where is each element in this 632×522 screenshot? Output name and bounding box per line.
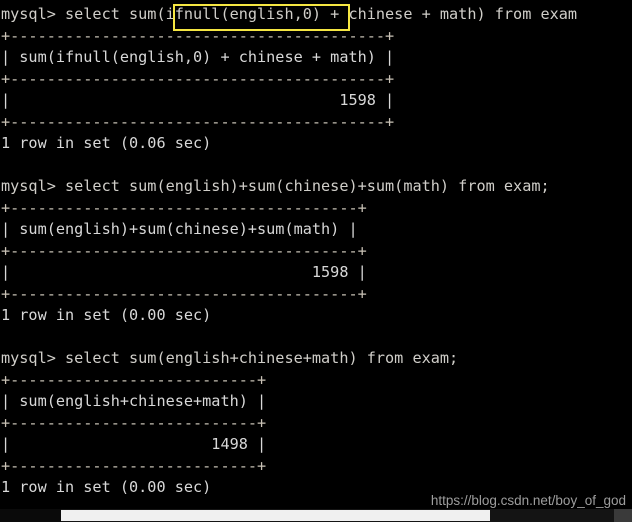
- terminal-line: +---------------------------------------…: [1, 26, 395, 45]
- terminal-line: | sum(ifnull(english,0) + chinese + math…: [1, 48, 395, 66]
- terminal-line: mysql> select sum(english)+sum(chinese)+…: [1, 177, 550, 195]
- terminal-line: +---------------------------+: [1, 456, 267, 475]
- terminal-line: +---------------------------------------…: [1, 112, 395, 131]
- terminal-line: 1 row in set (0.00 sec): [1, 306, 212, 324]
- terminal-line: 1 row in set (0.06 sec): [1, 134, 212, 152]
- terminal-line: | 1598 |: [1, 263, 367, 281]
- horizontal-scrollbar[interactable]: [0, 509, 632, 522]
- terminal-line: mysql> select sum(english+chinese+math) …: [1, 349, 459, 367]
- terminal-line: +--------------------------------------+: [1, 284, 367, 303]
- scrollbar-left-region[interactable]: [0, 509, 61, 522]
- terminal-line: +---------------------------+: [1, 413, 267, 432]
- watermark-text: https://blog.csdn.net/boy_of_god: [430, 493, 626, 508]
- scrollbar-right-region[interactable]: [614, 509, 632, 522]
- terminal-line: | sum(english)+sum(chinese)+sum(math) |: [1, 220, 358, 238]
- terminal-line: +---------------------------+: [1, 370, 267, 389]
- terminal-line: mysql> select sum(ifnull(english,0) + ch…: [1, 5, 578, 23]
- terminal-line: +--------------------------------------+: [1, 198, 367, 217]
- terminal-output-area[interactable]: mysql> select sum(ifnull(english,0) + ch…: [0, 0, 632, 522]
- terminal-line: | 1498 |: [1, 435, 267, 453]
- scrollbar-thumb[interactable]: [61, 510, 490, 521]
- terminal-line: +--------------------------------------+: [1, 241, 367, 260]
- terminal-window: mysql> select sum(ifnull(english,0) + ch…: [0, 0, 632, 522]
- terminal-line: +---------------------------------------…: [1, 69, 395, 88]
- terminal-line: | 1598 |: [1, 91, 395, 109]
- terminal-line: | sum(english+chinese+math) |: [1, 392, 267, 410]
